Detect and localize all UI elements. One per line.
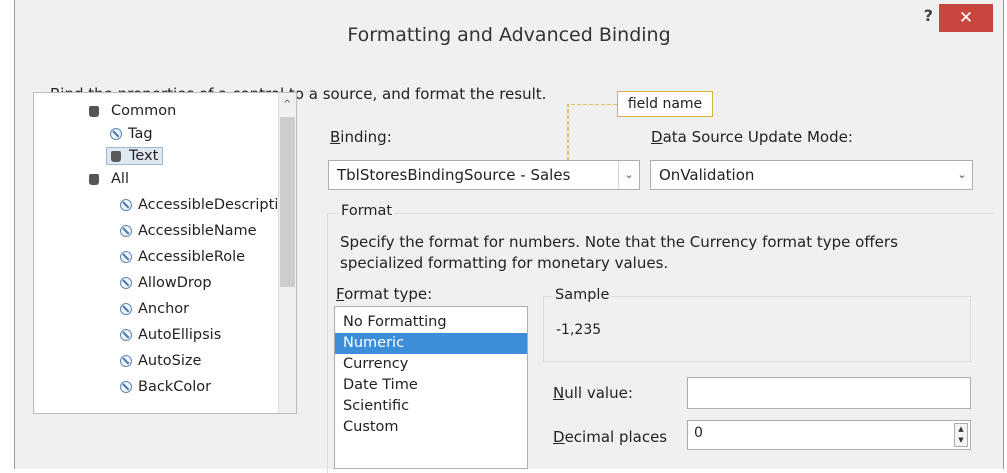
binding-label: Binding: <box>330 128 392 146</box>
null-value-label: Null value: <box>553 384 633 402</box>
format-type-list[interactable]: No Formatting Numeric Currency Date Time… <box>334 306 528 469</box>
category-icon <box>89 105 99 117</box>
scroll-up-icon[interactable]: ^ <box>283 99 291 110</box>
tree-item[interactable]: AllowDrop <box>120 275 212 291</box>
format-group-label: Format <box>339 203 395 219</box>
scrollbar-thumb[interactable] <box>280 117 295 287</box>
property-icon <box>120 329 132 341</box>
tree-category-all[interactable]: All <box>89 171 129 187</box>
tree-item[interactable]: Anchor <box>120 301 189 317</box>
database-icon <box>111 150 121 162</box>
property-icon <box>120 381 132 393</box>
property-icon <box>120 303 132 315</box>
format-description: Specify the format for numbers. Note tha… <box>340 233 898 272</box>
decimal-places-value: 0 <box>694 425 703 441</box>
sample-value: -1,235 <box>556 322 602 338</box>
field-name-callout: field name <box>617 91 713 117</box>
update-mode-label: Data Source Update Mode: <box>651 128 853 146</box>
property-icon <box>120 225 132 237</box>
tree-item[interactable]: AccessibleDescriptio <box>120 197 287 213</box>
property-scrollbar[interactable]: ^ <box>278 93 296 413</box>
spinner-arrows-icon[interactable]: ▲ ▼ <box>954 423 968 447</box>
property-icon <box>120 199 132 211</box>
format-type-label: Format type: <box>336 285 433 303</box>
property-icon <box>120 277 132 289</box>
list-item[interactable]: Scientific <box>335 396 527 417</box>
tree-item[interactable]: AccessibleRole <box>120 249 245 265</box>
chevron-down-icon[interactable]: ⌄ <box>618 161 639 189</box>
help-button[interactable]: ? <box>924 6 933 25</box>
list-item[interactable]: No Formatting <box>335 312 527 333</box>
callout-leader-line <box>567 104 617 162</box>
list-item[interactable]: Currency <box>335 354 527 375</box>
list-item[interactable]: Date Time <box>335 375 527 396</box>
category-icon <box>89 173 99 185</box>
chevron-down-icon[interactable]: ⌄ <box>952 161 972 189</box>
tree-item[interactable]: AutoSize <box>120 353 201 369</box>
title-bar: Formatting and Advanced Binding ? ✕ <box>15 0 1003 66</box>
property-icon <box>110 128 122 140</box>
list-item[interactable]: Custom <box>335 417 527 438</box>
tree-item[interactable]: BackColor <box>120 379 211 395</box>
tree-item-tag[interactable]: Tag <box>110 126 153 142</box>
sample-groupbox <box>543 296 971 362</box>
property-tree[interactable]: Common Tag Text All AccessibleDescriptio… <box>33 92 297 414</box>
dialog-title: Formatting and Advanced Binding <box>347 24 671 46</box>
list-item-selected[interactable]: Numeric <box>335 333 527 354</box>
update-mode-combobox[interactable]: OnValidation ⌄ <box>650 160 973 190</box>
sample-label: Sample <box>553 287 612 303</box>
property-icon <box>120 251 132 263</box>
decimal-places-label: Decimal places <box>553 428 668 446</box>
close-button[interactable]: ✕ <box>939 4 993 32</box>
property-icon <box>120 355 132 367</box>
tree-item[interactable]: AutoEllipsis <box>120 327 221 343</box>
decimal-places-spinner[interactable]: 0 ▲ ▼ <box>687 420 971 450</box>
tree-item[interactable]: AccessibleName <box>120 223 257 239</box>
tree-category-common[interactable]: Common <box>89 103 176 119</box>
null-value-input[interactable] <box>687 377 971 409</box>
binding-combobox[interactable]: TblStoresBindingSource - Sales ⌄ <box>328 160 640 190</box>
tree-item-text[interactable]: Text <box>106 147 164 165</box>
